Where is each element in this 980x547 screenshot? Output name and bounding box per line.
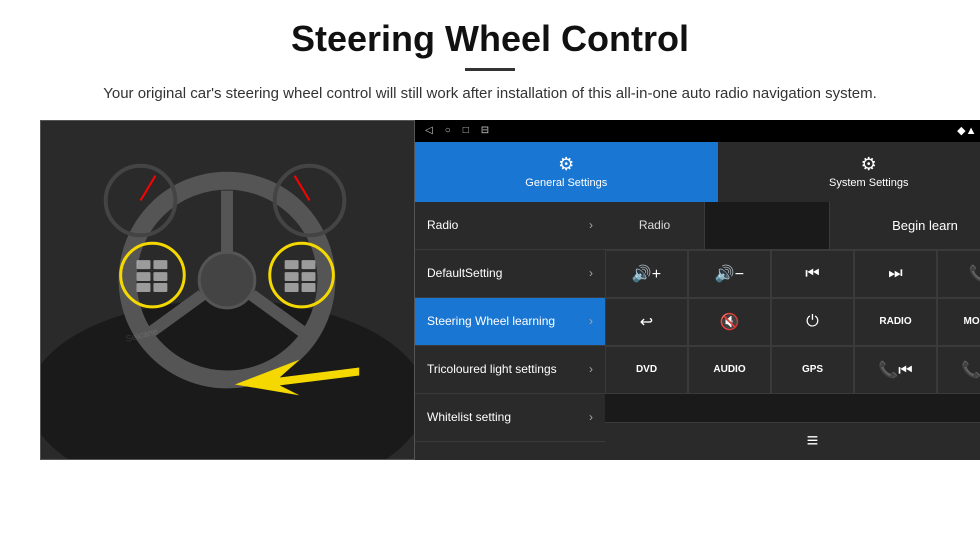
dvd-label: DVD	[636, 364, 657, 375]
general-settings-icon: ⚙	[558, 154, 574, 175]
bottom-bar: ≡	[605, 422, 980, 460]
page-subtitle: Your original car's steering wheel contr…	[90, 83, 890, 106]
menu-steering-chevron: ›	[589, 314, 593, 328]
menu-item-steering-wheel[interactable]: Steering Wheel learning ›	[415, 298, 605, 346]
next-track-icon: ⏭	[888, 265, 902, 283]
status-indicators: ◆▲ 13:13	[957, 124, 980, 137]
title-section: Steering Wheel Control Your original car…	[40, 18, 940, 106]
rp-radio-button[interactable]: Radio	[605, 202, 705, 249]
menu-item-tricoloured[interactable]: Tricoloured light settings ›	[415, 346, 605, 394]
dvd-button[interactable]: DVD	[605, 346, 688, 394]
tab-general-label: General Settings	[525, 177, 607, 189]
car-image: Seicane	[40, 120, 415, 460]
menu-item-tricoloured-label: Tricoloured light settings	[427, 362, 557, 376]
right-panel: Radio Begin learn 🔊+	[605, 202, 980, 460]
gps-button[interactable]: GPS	[771, 346, 854, 394]
rp-radio-label: Radio	[639, 218, 670, 232]
phone-next-icon: 📞⏭	[961, 360, 980, 380]
bottom-icon: ≡	[807, 430, 819, 453]
page-title: Steering Wheel Control	[40, 18, 940, 60]
back-icon: ↩	[640, 312, 653, 332]
gps-label: GPS	[802, 364, 823, 375]
radio-mode-button[interactable]: RADIO	[854, 298, 937, 346]
nav-home-icon[interactable]: ○	[445, 125, 451, 136]
vol-down-icon: 🔊−	[715, 264, 744, 284]
power-icon: ⏻	[806, 313, 819, 331]
radio-mode-label: RADIO	[879, 316, 911, 327]
rp-empty-space	[705, 202, 830, 249]
mute-icon: 🔇	[720, 312, 740, 332]
main-content-row: Radio › DefaultSetting › Steering Wheel …	[415, 202, 980, 460]
tab-system-settings[interactable]: ⚙ System Settings	[718, 142, 980, 202]
vol-up-icon: 🔊+	[632, 264, 661, 284]
prev-track-button[interactable]: ⏮	[771, 250, 854, 298]
rp-top-row: Radio Begin learn	[605, 202, 980, 250]
menu-item-steering-label: Steering Wheel learning	[427, 314, 555, 328]
menu-item-radio-label: Radio	[427, 218, 458, 232]
phone-button[interactable]: 📞	[937, 250, 980, 298]
menu-item-radio[interactable]: Radio ›	[415, 202, 605, 250]
tab-general-settings[interactable]: ⚙ General Settings	[415, 142, 718, 202]
controls-grid: 🔊+ 🔊− ⏮ ⏭ 📞	[605, 250, 980, 422]
status-bar: ◁ ○ □ ⊟ ◆▲ 13:13	[415, 120, 980, 142]
page-wrapper: Steering Wheel Control Your original car…	[0, 0, 980, 470]
nav-recent-icon[interactable]: □	[463, 125, 469, 136]
phone-prev-button[interactable]: 📞⏮	[854, 346, 937, 394]
nav-back-icon[interactable]: ◁	[425, 125, 433, 136]
title-divider	[465, 68, 515, 71]
android-ui: ◁ ○ □ ⊟ ◆▲ 13:13 ⚙ General Settings ⚙	[415, 120, 980, 460]
mode-button[interactable]: MODE	[937, 298, 980, 346]
menu-item-default-label: DefaultSetting	[427, 266, 502, 280]
back-button[interactable]: ↩	[605, 298, 688, 346]
nav-buttons: ◁ ○ □ ⊟	[425, 125, 489, 136]
nav-cast-icon[interactable]: ⊟	[481, 125, 489, 136]
menu-tricoloured-chevron: ›	[589, 362, 593, 376]
audio-label: AUDIO	[713, 364, 745, 375]
menu-whitelist-chevron: ›	[589, 410, 593, 424]
menu-radio-chevron: ›	[589, 218, 593, 232]
power-button[interactable]: ⏻	[771, 298, 854, 346]
prev-track-icon: ⏮	[805, 265, 819, 283]
phone-next-button[interactable]: 📞⏭	[937, 346, 980, 394]
menu-item-whitelist[interactable]: Whitelist setting ›	[415, 394, 605, 442]
audio-button[interactable]: AUDIO	[688, 346, 771, 394]
vol-down-button[interactable]: 🔊−	[688, 250, 771, 298]
tabs-row: ⚙ General Settings ⚙ System Settings	[415, 142, 980, 202]
vol-up-button[interactable]: 🔊+	[605, 250, 688, 298]
phone-icon: 📞	[969, 264, 980, 284]
tab-system-label: System Settings	[829, 177, 908, 189]
menu-item-default-setting[interactable]: DefaultSetting ›	[415, 250, 605, 298]
phone-prev-icon: 📞⏮	[878, 360, 912, 380]
menu-default-chevron: ›	[589, 266, 593, 280]
next-track-button[interactable]: ⏭	[854, 250, 937, 298]
mode-label: MODE	[964, 316, 980, 327]
signal-icon: ◆▲	[957, 124, 976, 137]
system-settings-icon: ⚙	[861, 154, 877, 175]
begin-learn-label: Begin learn	[892, 218, 958, 233]
content-area: Seicane ◁ ○ □ ⊟ ◆▲ 13:13	[40, 120, 940, 460]
menu-item-whitelist-label: Whitelist setting	[427, 410, 511, 424]
begin-learn-button[interactable]: Begin learn	[830, 202, 980, 249]
mute-button[interactable]: 🔇	[688, 298, 771, 346]
left-menu: Radio › DefaultSetting › Steering Wheel …	[415, 202, 605, 460]
